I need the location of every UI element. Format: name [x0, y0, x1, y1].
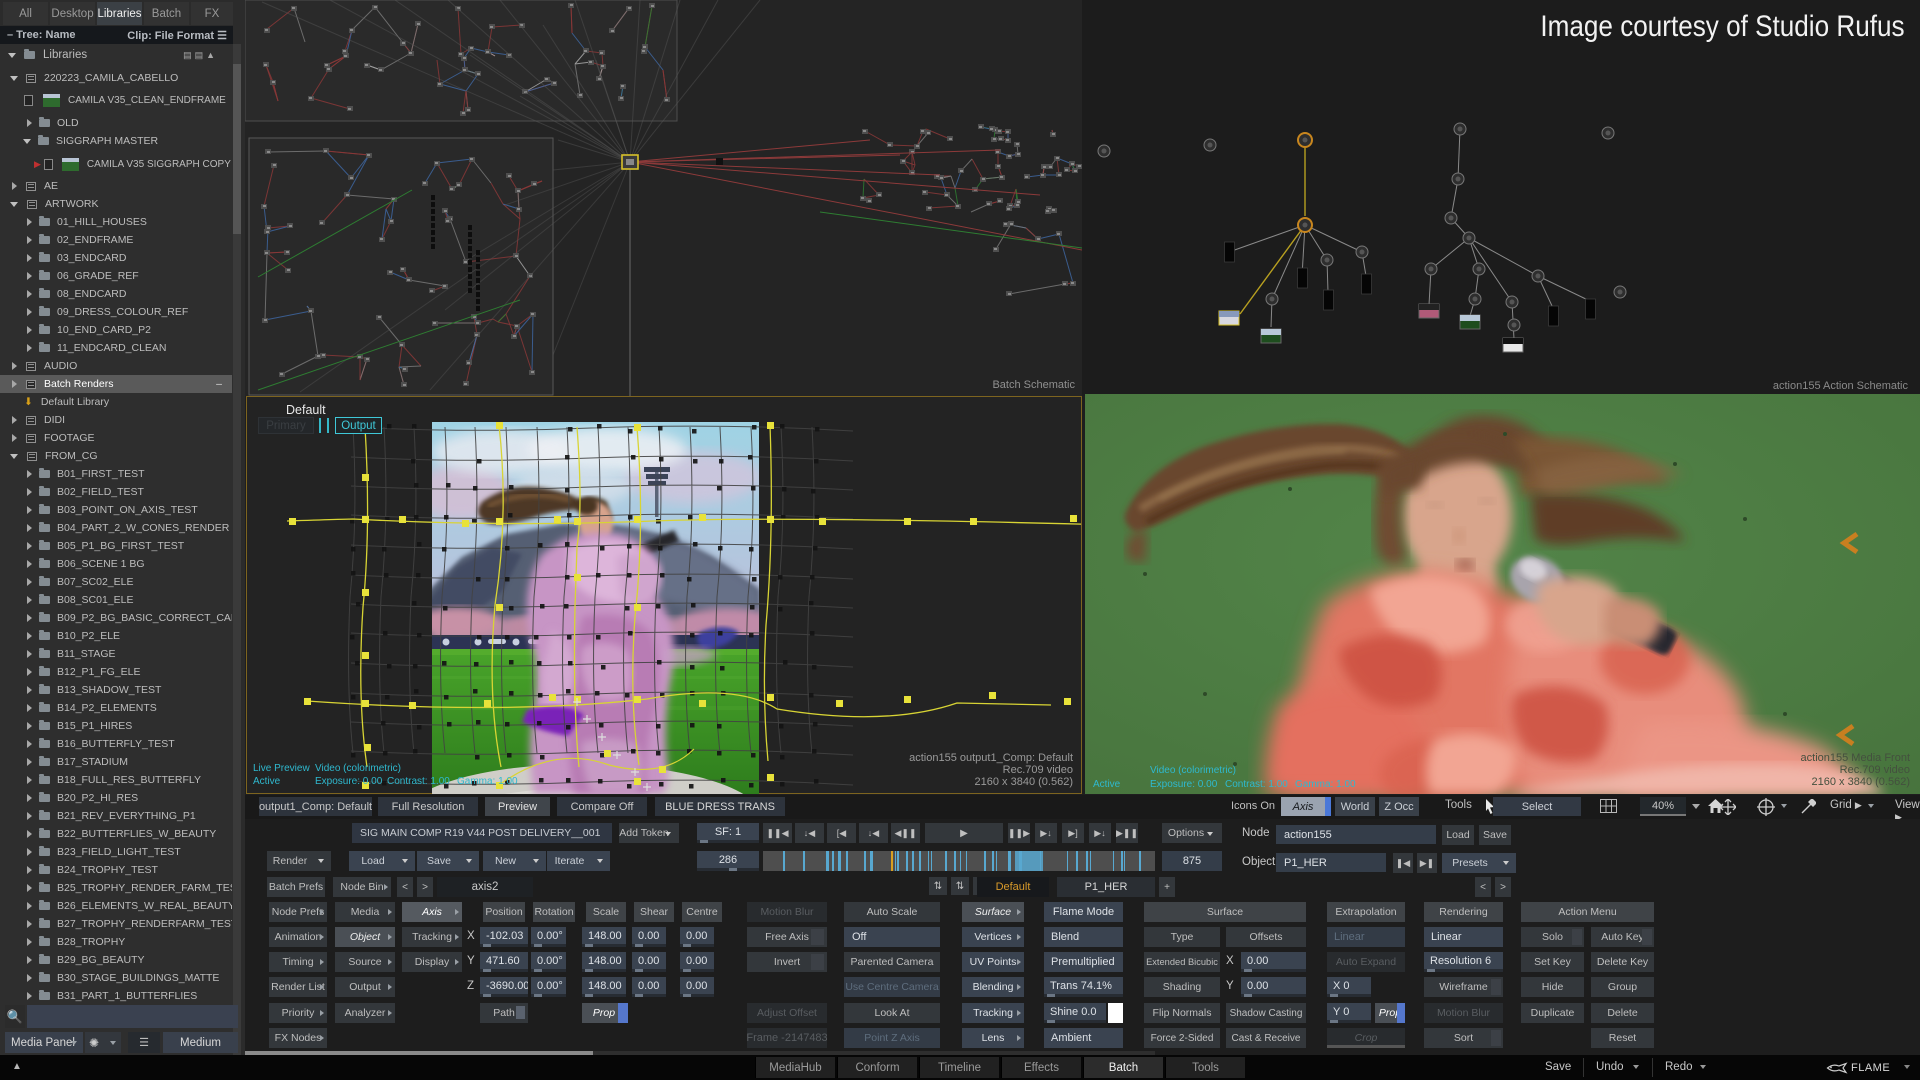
svg-text:Batch Schematic: Batch Schematic	[992, 379, 1075, 391]
svg-text:action155 Action Schematic: action155 Action Schematic	[1773, 380, 1909, 392]
